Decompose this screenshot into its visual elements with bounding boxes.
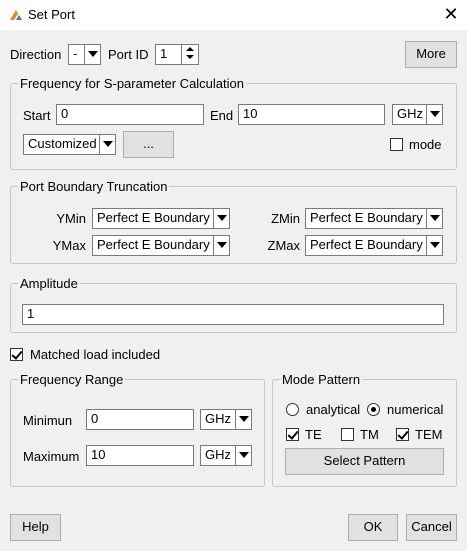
ymin-select[interactable]: Perfect E Boundary [92, 208, 230, 229]
minimum-unit-value: GHz [205, 411, 231, 426]
spin-down-icon[interactable] [182, 54, 198, 63]
amplitude-legend: Amplitude [18, 276, 80, 291]
chevron-down-icon[interactable] [426, 236, 442, 255]
start-label: Start [23, 108, 51, 123]
window-title: Set Port [28, 7, 75, 22]
zmax-select[interactable]: Perfect E Boundary [305, 235, 443, 256]
matched-load-label: Matched load included [30, 347, 161, 362]
zmin-select[interactable]: Perfect E Boundary [305, 208, 443, 229]
analytical-label: analytical [306, 402, 361, 417]
chevron-down-icon[interactable] [235, 410, 251, 429]
zmax-value: Perfect E Boundary [310, 237, 423, 252]
direction-label: Direction [10, 47, 62, 62]
analytical-radio[interactable] [286, 403, 299, 416]
chevron-down-icon[interactable] [426, 209, 442, 228]
mode-label: mode [409, 137, 442, 152]
help-button[interactable]: Help [10, 514, 61, 541]
port-id-spinbox[interactable]: 1 [155, 44, 199, 65]
end-label: End [210, 108, 234, 123]
matched-load-checkbox[interactable] [10, 348, 23, 361]
zmin-value: Perfect E Boundary [310, 210, 423, 225]
chevron-down-icon[interactable] [426, 105, 442, 124]
amplitude-input[interactable]: 1 [22, 304, 444, 325]
spin-up-icon[interactable] [182, 45, 198, 54]
te-checkbox[interactable] [286, 428, 299, 441]
frequency-range-group [10, 379, 265, 487]
chevron-down-icon[interactable] [213, 236, 229, 255]
chevron-down-icon[interactable] [84, 45, 100, 64]
spin-buttons [181, 45, 198, 64]
zmin-label: ZMin [271, 211, 300, 226]
end-input[interactable]: 10 [238, 104, 385, 125]
select-pattern-button[interactable]: Select Pattern [285, 448, 444, 475]
frequency-type-select[interactable]: Customized [23, 134, 116, 155]
te-label: TE [305, 427, 322, 442]
tm-checkbox[interactable] [341, 428, 354, 441]
ymax-value: Perfect E Boundary [97, 237, 210, 252]
more-button[interactable]: More [405, 41, 457, 68]
boundary-legend: Port Boundary Truncation [18, 179, 170, 194]
direction-select[interactable]: - [68, 44, 101, 65]
port-id-value: 1 [160, 46, 168, 61]
numerical-label: numerical [387, 402, 444, 417]
minimum-input[interactable]: 0 [86, 409, 194, 430]
frequency-type-value: Customized [28, 136, 97, 151]
minimum-label: Minimun [23, 413, 73, 428]
maximum-unit-value: GHz [205, 447, 231, 462]
minimum-unit-select[interactable]: GHz [200, 409, 252, 430]
frequency-unit-select[interactable]: GHz [392, 104, 443, 125]
start-input[interactable]: 0 [56, 104, 204, 125]
numerical-radio[interactable] [367, 403, 380, 416]
ymax-label: YMax [52, 238, 86, 253]
maximum-unit-select[interactable]: GHz [200, 445, 252, 466]
chevron-down-icon[interactable] [99, 135, 115, 154]
ymax-select[interactable]: Perfect E Boundary [92, 235, 230, 256]
ymin-value: Perfect E Boundary [97, 210, 210, 225]
cancel-button[interactable]: Cancel [406, 514, 457, 541]
chevron-down-icon[interactable] [235, 446, 251, 465]
direction-value: - [73, 46, 78, 61]
mode-checkbox[interactable] [390, 138, 403, 151]
zmax-label: ZMax [267, 238, 301, 253]
maximum-input[interactable]: 10 [86, 445, 194, 466]
mode-pattern-legend: Mode Pattern [280, 372, 363, 387]
frequency-unit-value: GHz [397, 106, 423, 121]
tem-label: TEM [415, 427, 443, 442]
ymin-label: YMin [56, 211, 86, 226]
browse-button[interactable]: ... [123, 131, 174, 158]
ok-button[interactable]: OK [348, 514, 398, 541]
port-id-label: Port ID [108, 47, 149, 62]
tm-label: TM [360, 427, 379, 442]
tem-checkbox[interactable] [396, 428, 409, 441]
maximum-label: Maximum [23, 449, 80, 464]
chevron-down-icon[interactable] [213, 209, 229, 228]
close-icon[interactable]: ✕ [440, 3, 462, 25]
app-logo-icon [10, 10, 22, 20]
frequency-range-legend: Frequency Range [18, 372, 126, 387]
sparam-frequency-group [10, 83, 457, 170]
sparam-frequency-legend: Frequency for S-parameter Calculation [18, 76, 246, 91]
